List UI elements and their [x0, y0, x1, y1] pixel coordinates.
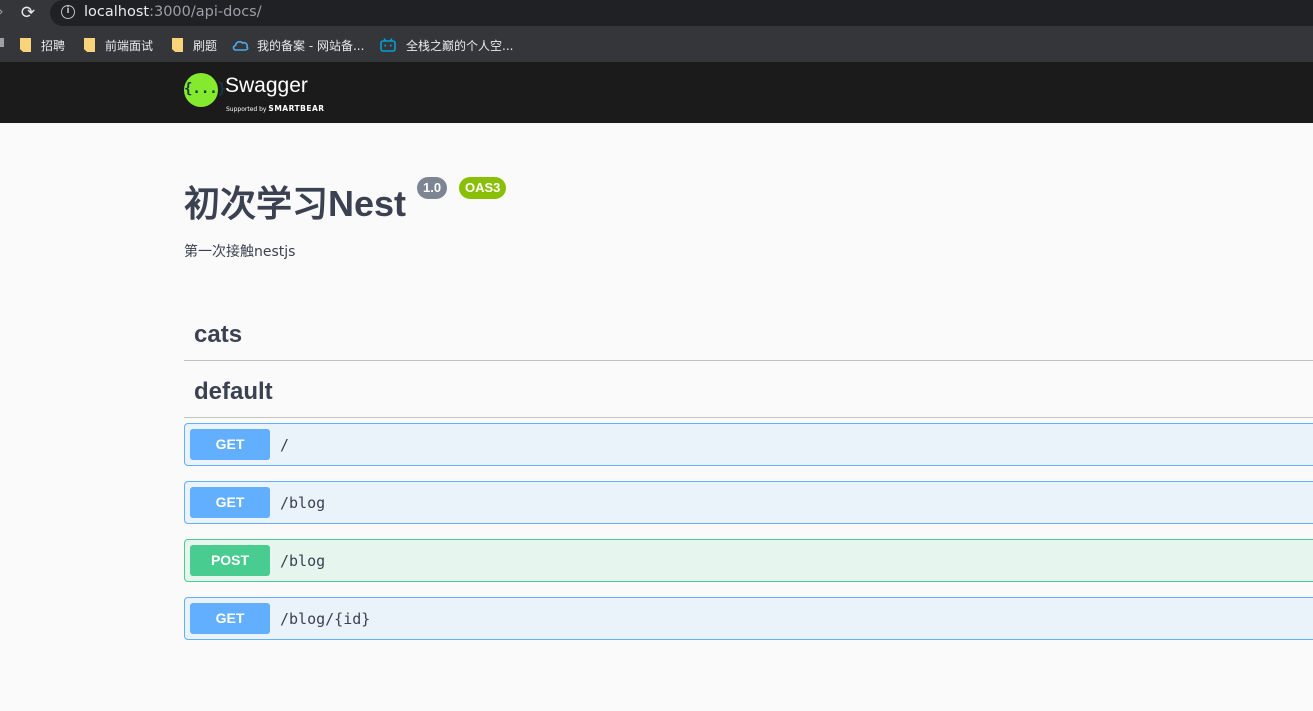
api-title: 初次学习Nest — [184, 183, 407, 224]
bookmark-label: 刷题 — [193, 38, 218, 53]
operation-path: /blog — [280, 552, 326, 570]
bookmark-zhaopin[interactable]: 招聘 — [20, 34, 65, 56]
info-icon[interactable]: i — [61, 5, 75, 19]
swagger-logo-tagline: Supported by SMARTBEAR — [226, 104, 325, 113]
bookmark-beian[interactable]: 我的备案 - 网站备... — [232, 34, 364, 56]
method-badge: GET — [190, 487, 270, 518]
browser-nav-row: › ⟳ i localhost:3000/api-docs/ — [0, 0, 1313, 26]
operation-path: /blog/{id} — [280, 610, 371, 628]
swagger-logo-title[interactable]: Swagger — [225, 74, 308, 98]
operation-get-blog[interactable]: GET /blog — [184, 481, 1313, 524]
folder-icon — [20, 38, 31, 52]
forward-arrow-icon[interactable]: › — [0, 4, 4, 20]
operation-get-blog-id[interactable]: GET /blog/{id} — [184, 597, 1313, 640]
method-badge: POST — [190, 545, 270, 576]
bookmark-label: 前端面试 — [105, 38, 154, 53]
version-badge: 1.0 — [417, 177, 448, 199]
api-description: 第一次接触nestjs — [184, 244, 296, 260]
folder-icon — [172, 38, 183, 52]
bookmark-label: 我的备案 - 网站备... — [257, 38, 365, 53]
bookmark-quanzhan[interactable]: 全栈之巅的个人空... — [380, 34, 513, 56]
folder-icon — [84, 38, 95, 52]
bookmark-frontend-interview[interactable]: 前端面试 — [84, 34, 153, 56]
reload-icon[interactable]: ⟳ — [17, 2, 39, 24]
smartbear-brand: SMARTBEAR — [268, 104, 325, 113]
operation-get-root[interactable]: GET / — [184, 423, 1313, 466]
tag-name: cats — [194, 321, 243, 348]
bilibili-icon — [380, 38, 396, 52]
operation-post-blog[interactable]: POST /blog — [184, 539, 1313, 582]
method-badge: GET — [190, 603, 270, 634]
url-text[interactable]: localhost:3000/api-docs/ — [84, 4, 262, 20]
tag-name: default — [194, 378, 273, 405]
operation-path: / — [280, 436, 290, 454]
bookmark-label: 招聘 — [41, 38, 66, 53]
url-host: localhost — [84, 4, 150, 20]
browser-chrome: › ⟳ i localhost:3000/api-docs/ 招聘 前端面试 刷… — [0, 0, 1313, 62]
operation-path: /blog — [280, 494, 326, 512]
bookmarks-edge-icon — [0, 38, 4, 47]
address-bar[interactable]: i localhost:3000/api-docs/ — [50, 0, 1313, 26]
method-badge: GET — [190, 429, 270, 460]
swagger-topbar: {...} Swagger Supported by SMARTBEAR — [0, 62, 1313, 123]
url-path: :3000/api-docs/ — [149, 4, 262, 20]
tagline-text: Supported by — [226, 106, 267, 113]
tag-default[interactable]: default — [184, 362, 1313, 418]
bookmark-shuati[interactable]: 刷题 — [172, 34, 217, 56]
bookmark-label: 全栈之巅的个人空... — [406, 38, 514, 53]
tag-cats[interactable]: cats — [184, 305, 1313, 361]
oas-badge: OAS3 — [459, 177, 507, 199]
cloud-icon — [232, 40, 249, 51]
bookmarks-bar: 招聘 前端面试 刷题 我的备案 - 网站备... 全栈之巅的个人空... — [0, 30, 1313, 60]
swagger-logo-icon[interactable]: {...} — [184, 73, 226, 107]
